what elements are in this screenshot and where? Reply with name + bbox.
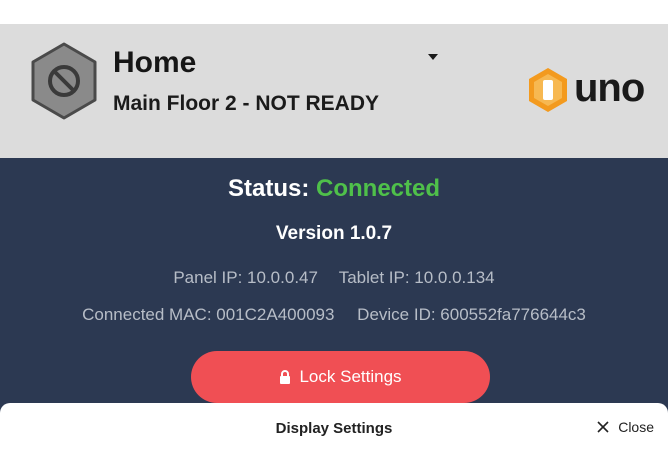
disabled-device-icon[interactable] <box>30 42 98 120</box>
lock-settings-button[interactable]: Lock Settings <box>191 351 490 403</box>
lock-settings-label: Lock Settings <box>299 367 402 386</box>
device-id: Device ID: 600552fa776644c3 <box>357 305 586 324</box>
tablet-ip: Tablet IP: 10.0.0.134 <box>338 268 495 287</box>
close-label: Close <box>618 419 654 435</box>
uno-logo-text: uno <box>574 66 645 110</box>
home-title[interactable]: Home <box>113 48 196 78</box>
device-info: Connected MAC: 001C2A400093 Device ID: 6… <box>0 305 668 325</box>
sheet-title: Display Settings <box>275 420 393 437</box>
close-icon <box>597 421 609 433</box>
room-status-subtitle: Main Floor 2 - NOT READY <box>113 92 380 115</box>
connection-status: Status: Connected <box>0 175 668 203</box>
panel-ip: Panel IP: 10.0.0.47 <box>173 268 318 287</box>
display-settings-sheet: Display Settings Close <box>0 403 668 453</box>
status-value: Connected <box>316 175 441 202</box>
ip-info: Panel IP: 10.0.0.47 Tablet IP: 10.0.0.13… <box>0 268 668 288</box>
dropdown-caret-icon[interactable] <box>426 52 440 62</box>
top-strip <box>0 0 668 24</box>
close-button[interactable]: Close <box>597 419 654 435</box>
status-label: Status: <box>227 175 310 202</box>
connected-mac: Connected MAC: 001C2A400093 <box>82 305 335 324</box>
lock-icon <box>280 370 291 384</box>
version-label: Version 1.0.7 <box>275 223 393 244</box>
